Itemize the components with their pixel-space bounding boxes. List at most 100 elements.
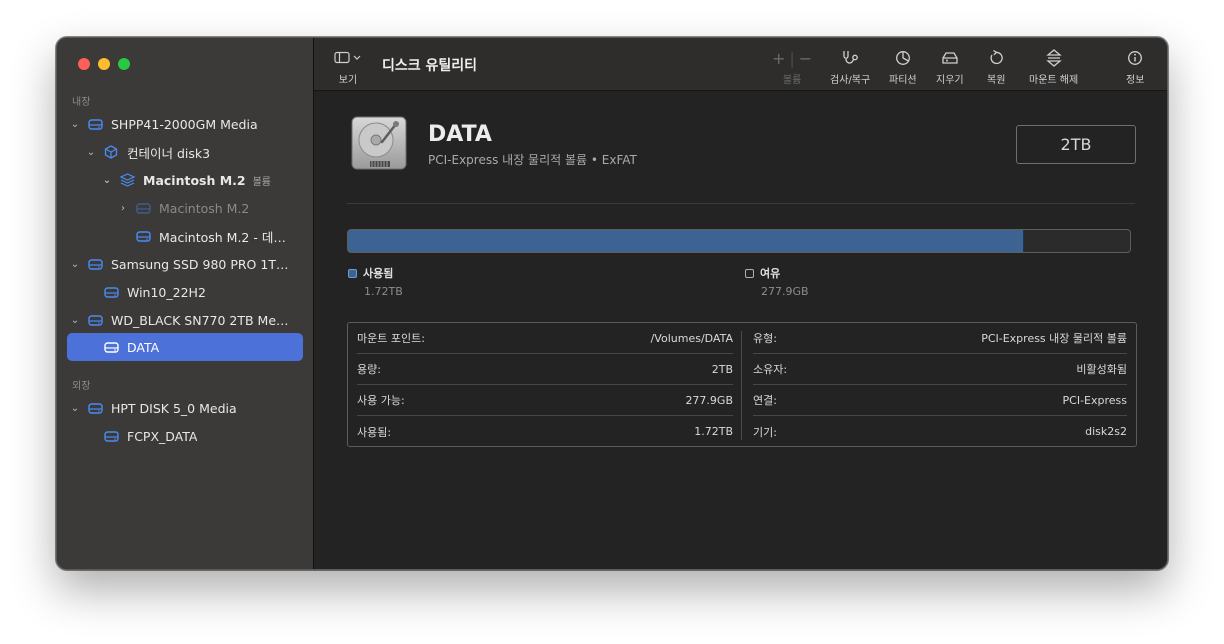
stethoscope-icon (841, 48, 859, 68)
info-table: 마운트 포인트: /Volumes/DATA 용량: 2TB 사용 가능: 27… (347, 322, 1137, 447)
erase-disk-icon (940, 48, 960, 68)
info-key: 용량: (357, 363, 381, 376)
sidebar-item-data[interactable]: DATA (83, 334, 303, 360)
info-value: disk2s2 (1085, 425, 1127, 438)
sidebar-item-macintosh-m2-data[interactable]: Macintosh M.2 - 데… (115, 223, 303, 249)
free-swatch (745, 268, 754, 278)
restore-button[interactable]: 복원 (987, 48, 1005, 86)
sidebar-item-macintosh-m2-snapshot[interactable]: › Macintosh M.2 (115, 195, 303, 221)
info-key: 사용 가능: (357, 394, 405, 407)
pie-chart-icon (895, 48, 911, 68)
disk-icon (87, 313, 103, 327)
info-icon (1127, 48, 1143, 68)
info-row: 사용됨: 1.72TB (357, 416, 733, 447)
window-controls (78, 58, 130, 70)
volume-stack-icon (119, 173, 135, 187)
disk-icon (87, 257, 103, 271)
info-label: 정보 (1126, 75, 1145, 86)
sidebar-item-hpt-disk[interactable]: ⌄ HPT DISK 5_0 Media (67, 395, 303, 421)
firstaid-label: 검사/복구 (830, 75, 871, 86)
partition-label: 파티션 (889, 75, 917, 86)
info-value: 1.72TB (694, 425, 733, 438)
toolbar: 보기 디스크 유틸리티 + | − 볼륨 검사/복구 파티션 지우기 복원 마운… (314, 38, 1167, 91)
info-key: 소유자: (753, 363, 788, 376)
sidebar-item-samsung-980[interactable]: ⌄ Samsung SSD 980 PRO 1T… (67, 251, 303, 277)
sidebar-item-win10[interactable]: Win10_22H2 (83, 279, 303, 305)
info-value: PCI-Express 내장 물리적 볼륨 (981, 332, 1127, 345)
app-title: 디스크 유틸리티 (382, 58, 478, 74)
volume-icon (135, 229, 151, 243)
restore-icon (988, 48, 1004, 68)
main-pane: DATA PCI-Express 내장 물리적 볼륨 • ExFAT 2TB 사… (315, 92, 1167, 569)
volume-icon (103, 285, 119, 299)
info-right-column: 유형: PCI-Express 내장 물리적 볼륨 소유자: 비활성화됨 연결:… (744, 323, 1136, 446)
used-swatch (348, 268, 357, 278)
disk-utility-window: 내장 ⌄ SHPP41-2000GM Media ⌄ 컨테이너 disk3 ⌄ … (56, 37, 1168, 570)
hard-drive-icon (348, 114, 410, 178)
sidebar-item-label: Samsung SSD 980 PRO 1T… (111, 256, 289, 272)
erase-label: 지우기 (936, 75, 964, 86)
chevron-right-icon[interactable]: › (115, 203, 131, 214)
free-label: 여유 (760, 267, 781, 280)
info-left-column: 마운트 포인트: /Volumes/DATA 용량: 2TB 사용 가능: 27… (348, 323, 742, 446)
chevron-down-icon[interactable]: ⌄ (67, 259, 83, 270)
plus-icon[interactable]: + (772, 49, 785, 68)
volume-subtitle: PCI-Express 내장 물리적 볼륨 • ExFAT (428, 153, 637, 167)
volume-icon (103, 429, 119, 443)
sidebar-item-shpp41[interactable]: ⌄ SHPP41-2000GM Media (67, 111, 303, 137)
sidebar-item-label: HPT DISK 5_0 Media (111, 400, 237, 416)
minimize-button[interactable] (98, 58, 110, 70)
chevron-down-icon[interactable]: ⌄ (67, 315, 83, 326)
sidebar-item-macintosh-volume-group[interactable]: ⌄ Macintosh M.2 볼륨 (99, 167, 303, 193)
capacity-box: 2TB (1016, 125, 1136, 164)
legend-used: 사용됨 (348, 265, 393, 281)
partition-button[interactable]: 파티션 (889, 48, 917, 86)
unmount-label: 마운트 해제 (1029, 75, 1079, 86)
unmount-icon (1045, 48, 1062, 68)
info-value: PCI-Express (1062, 393, 1127, 407)
info-key: 기기: (753, 425, 777, 439)
used-label: 사용됨 (363, 267, 394, 280)
info-value: 비활성화됨 (1076, 363, 1127, 376)
close-button[interactable] (78, 58, 90, 70)
sidebar-item-label: Win10_22H2 (127, 284, 206, 300)
chevron-down-icon[interactable]: ⌄ (67, 403, 83, 414)
sidebar-item-label: DATA (127, 339, 160, 355)
unmount-button[interactable]: 마운트 해제 (1029, 48, 1078, 86)
sidebar-item-label: WD_BLACK SN770 2TB Me… (111, 312, 289, 328)
section-label-external: 외장 (72, 381, 91, 392)
chevron-down-icon[interactable]: ⌄ (83, 147, 99, 158)
firstaid-button[interactable]: 검사/복구 (830, 48, 870, 86)
sidebar-item-label: 컨테이너 disk3 (127, 145, 211, 161)
info-row: 유형: PCI-Express 내장 물리적 볼륨 (753, 323, 1127, 354)
volume-label: 볼륨 (782, 75, 802, 86)
volume-add-remove-button[interactable]: + | − 볼륨 (772, 48, 813, 87)
restore-label: 복원 (987, 75, 1006, 86)
volume-icon (103, 340, 119, 354)
add-remove-icon: + | − (772, 48, 813, 68)
erase-button[interactable]: 지우기 (936, 48, 964, 86)
sidebar-item-label: Macintosh M.2 - 데… (159, 229, 286, 245)
view-button[interactable]: 보기 (334, 48, 362, 86)
info-value: /Volumes/DATA (650, 331, 733, 345)
info-value: 277.9GB (685, 393, 733, 407)
info-key: 유형: (753, 332, 777, 345)
column-divider (741, 331, 742, 440)
minus-icon[interactable]: − (799, 49, 812, 68)
zoom-button[interactable] (118, 58, 130, 70)
volume-icon (135, 201, 151, 215)
chevron-down-icon[interactable]: ⌄ (67, 119, 83, 130)
container-icon (103, 145, 119, 159)
info-key: 사용됨: (357, 425, 392, 439)
sidebar-item-container-disk3[interactable]: ⌄ 컨테이너 disk3 (83, 139, 303, 165)
chevron-down-icon[interactable]: ⌄ (99, 175, 115, 186)
sidebar-item-wd-black[interactable]: ⌄ WD_BLACK SN770 2TB Me… (67, 307, 303, 333)
disk-icon (87, 117, 103, 131)
sidebar-item-label: SHPP41-2000GM Media (111, 116, 258, 132)
info-button[interactable]: 정보 (1126, 48, 1144, 86)
sidebar-item-fcpx-data[interactable]: FCPX_DATA (83, 423, 303, 449)
info-row: 기기: disk2s2 (753, 416, 1127, 447)
volume-tag: 볼륨 (252, 176, 272, 188)
free-value: 277.9GB (761, 285, 809, 298)
section-label-internal: 내장 (72, 97, 91, 108)
